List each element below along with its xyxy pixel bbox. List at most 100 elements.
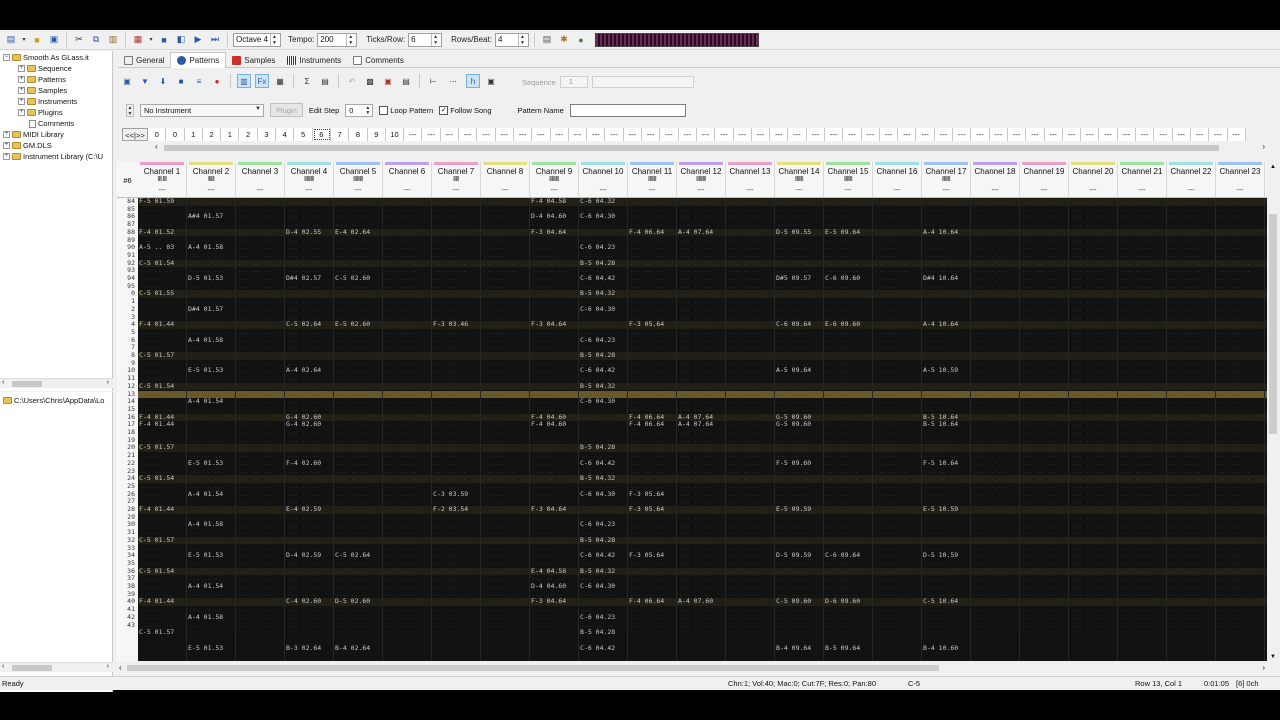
note-cell[interactable]: D-4 04.60 [531,582,566,591]
note-cell[interactable]: A-4 01.58 [188,521,223,529]
note-cell[interactable]: F-3 03.46 [433,320,468,329]
scroll-left-icon[interactable]: ‹ [119,663,122,672]
order-item[interactable]: --- [477,127,496,141]
spin-arrows-icon[interactable]: ▲ ▼ [270,33,278,46]
scroll-up-icon[interactable]: ▲ [1270,164,1276,170]
note-cell[interactable]: C-5 02.64 [335,551,370,560]
checkmark-icon[interactable]: ✓ [439,105,449,115]
order-item[interactable]: 2 [239,127,258,141]
new-pattern-icon[interactable]: ▣ [120,74,134,88]
tab-general[interactable]: General [118,52,170,68]
order-item[interactable]: --- [532,127,551,141]
order-item[interactable]: 0 [148,127,167,141]
save-icon[interactable]: ▣ [47,33,61,47]
move-down-icon[interactable]: ▼ [138,74,152,88]
note-cell[interactable]: B-5 04.28 [580,628,615,637]
note-cell[interactable]: F-4 01.52 [139,228,174,237]
note-cell[interactable]: A-5 10.59 [923,367,958,375]
note-cell[interactable]: B-5 04.32 [580,290,615,298]
note-cell[interactable]: C-5 02.60 [335,274,370,283]
note-cell[interactable]: C-5 01.57 [139,536,174,545]
dropdown-arrow-icon[interactable]: ▾ [21,33,27,47]
note-cell[interactable]: D#4 02.57 [286,274,321,283]
note-cell[interactable]: C-5 02.64 [286,320,321,329]
note-cell[interactable]: C-6 04.23 [580,243,615,252]
order-item[interactable]: --- [513,127,533,141]
note-cell[interactable]: G-4 02.60 [286,421,321,429]
order-item[interactable]: --- [1026,127,1045,141]
channel-header[interactable]: Channel 20 --- [1069,162,1118,197]
scroll-right-icon[interactable]: › [1262,142,1265,151]
pattern-vertical-scrollbar[interactable]: ▲ ▼ [1267,162,1279,662]
note-cell[interactable]: D-5 10.59 [923,551,958,560]
note-cell[interactable]: C-6 04.42 [580,367,615,375]
order-item[interactable]: --- [861,127,880,141]
plugin-icon[interactable]: ▣ [484,74,498,88]
channel-plugin-slot[interactable]: --- [971,187,1019,194]
order-item[interactable]: --- [623,127,643,141]
note-cell[interactable]: C-6 04.23 [580,336,615,345]
channel-header[interactable]: Channel 21 --- [1118,162,1167,197]
grid-icon[interactable]: ▦ [273,74,287,88]
record-icon[interactable]: ● [210,74,224,88]
note-cell[interactable]: F-2 03.54 [433,505,468,514]
channel-plugin-slot[interactable]: --- [628,187,676,194]
channel-plugin-slot[interactable]: --- [383,187,431,194]
note-cell[interactable]: B-5 09.64 [825,644,860,653]
metronome-icon[interactable]: ▤ [540,33,554,47]
note-cell[interactable]: C-5 10.64 [923,598,958,606]
new-file-icon[interactable]: ▤ [4,33,18,47]
note-cell[interactable]: D-6 09.60 [825,598,860,606]
channel-plugin-slot[interactable]: --- [285,187,333,194]
channel-plugin-slot[interactable]: --- [824,187,872,194]
order-item[interactable]: --- [879,127,899,141]
tempo-spinner[interactable]: 200 ▲ ▼ [317,32,358,47]
collapse-icon[interactable]: − [3,54,10,61]
scrollbar-thumb[interactable] [164,145,1219,151]
order-item[interactable]: --- [806,127,825,141]
instrument-select[interactable]: No Instrument ▼ [140,103,264,117]
scroll-left-icon[interactable]: ‹ [2,379,4,386]
scrollbar-thumb[interactable] [1269,214,1277,434]
channel-header[interactable]: Channel 8 --- [481,162,530,197]
order-item[interactable]: --- [953,127,972,141]
order-item[interactable]: --- [495,127,514,141]
tree-horizontal-scrollbar[interactable]: ‹ › [0,378,113,388]
channel-plugin-slot[interactable]: --- [1167,187,1215,194]
channel-header[interactable]: Channel 1 ||||| ||||| --- [138,162,187,197]
channel-header[interactable]: Channel 12 |||||||||||| --- [677,162,726,197]
scroll-right-icon[interactable]: › [107,663,109,670]
tab-samples[interactable]: Samples [226,52,281,68]
channel-plugin-slot[interactable]: --- [873,187,921,194]
note-cell[interactable]: C-5 01.54 [139,259,174,268]
note-cell[interactable]: D-5 01.53 [188,274,223,283]
order-item[interactable]: --- [422,127,441,141]
order-item[interactable]: --- [404,127,423,141]
channel-header[interactable]: Channel 4 |||||||||||| --- [285,162,334,197]
note-cell[interactable]: C-6 04.30 [580,582,615,591]
channel-header[interactable]: Channel 11 |||||||||| --- [628,162,677,197]
paste-icon[interactable]: ▥ [106,33,120,47]
order-item[interactable]: 2 [202,127,222,141]
note-cell[interactable]: F-3 04.64 [531,320,566,329]
order-item[interactable]: --- [971,127,990,141]
order-item[interactable]: 9 [367,127,386,141]
order-item[interactable]: --- [1154,127,1173,141]
channel-plugin-slot[interactable]: --- [579,187,627,194]
channel-header[interactable]: Channel 17 |||||||||| --- [922,162,971,197]
note-cell[interactable]: E-5 10.59 [923,505,958,514]
note-cell[interactable]: C-5 01.57 [139,628,174,637]
note-cell[interactable]: C-5 01.55 [139,290,174,298]
amplify-icon[interactable]: ▤ [318,74,332,88]
order-item[interactable]: --- [605,127,624,141]
note-cell[interactable]: B-4 02.64 [335,644,370,653]
tree-item-sequence[interactable]: + Sequence [18,64,72,73]
note-cell[interactable]: A-4 01.54 [188,397,223,406]
scroll-left-icon[interactable]: ‹ [155,142,158,151]
note-cell[interactable]: E-5 01.53 [188,551,223,560]
channel-header[interactable]: Channel 10 --- [579,162,628,197]
tree-item-patterns[interactable]: + Patterns [18,75,66,84]
order-item[interactable]: 4 [276,127,295,141]
order-item[interactable]: 10 [385,127,405,141]
order-item[interactable]: --- [660,127,679,141]
